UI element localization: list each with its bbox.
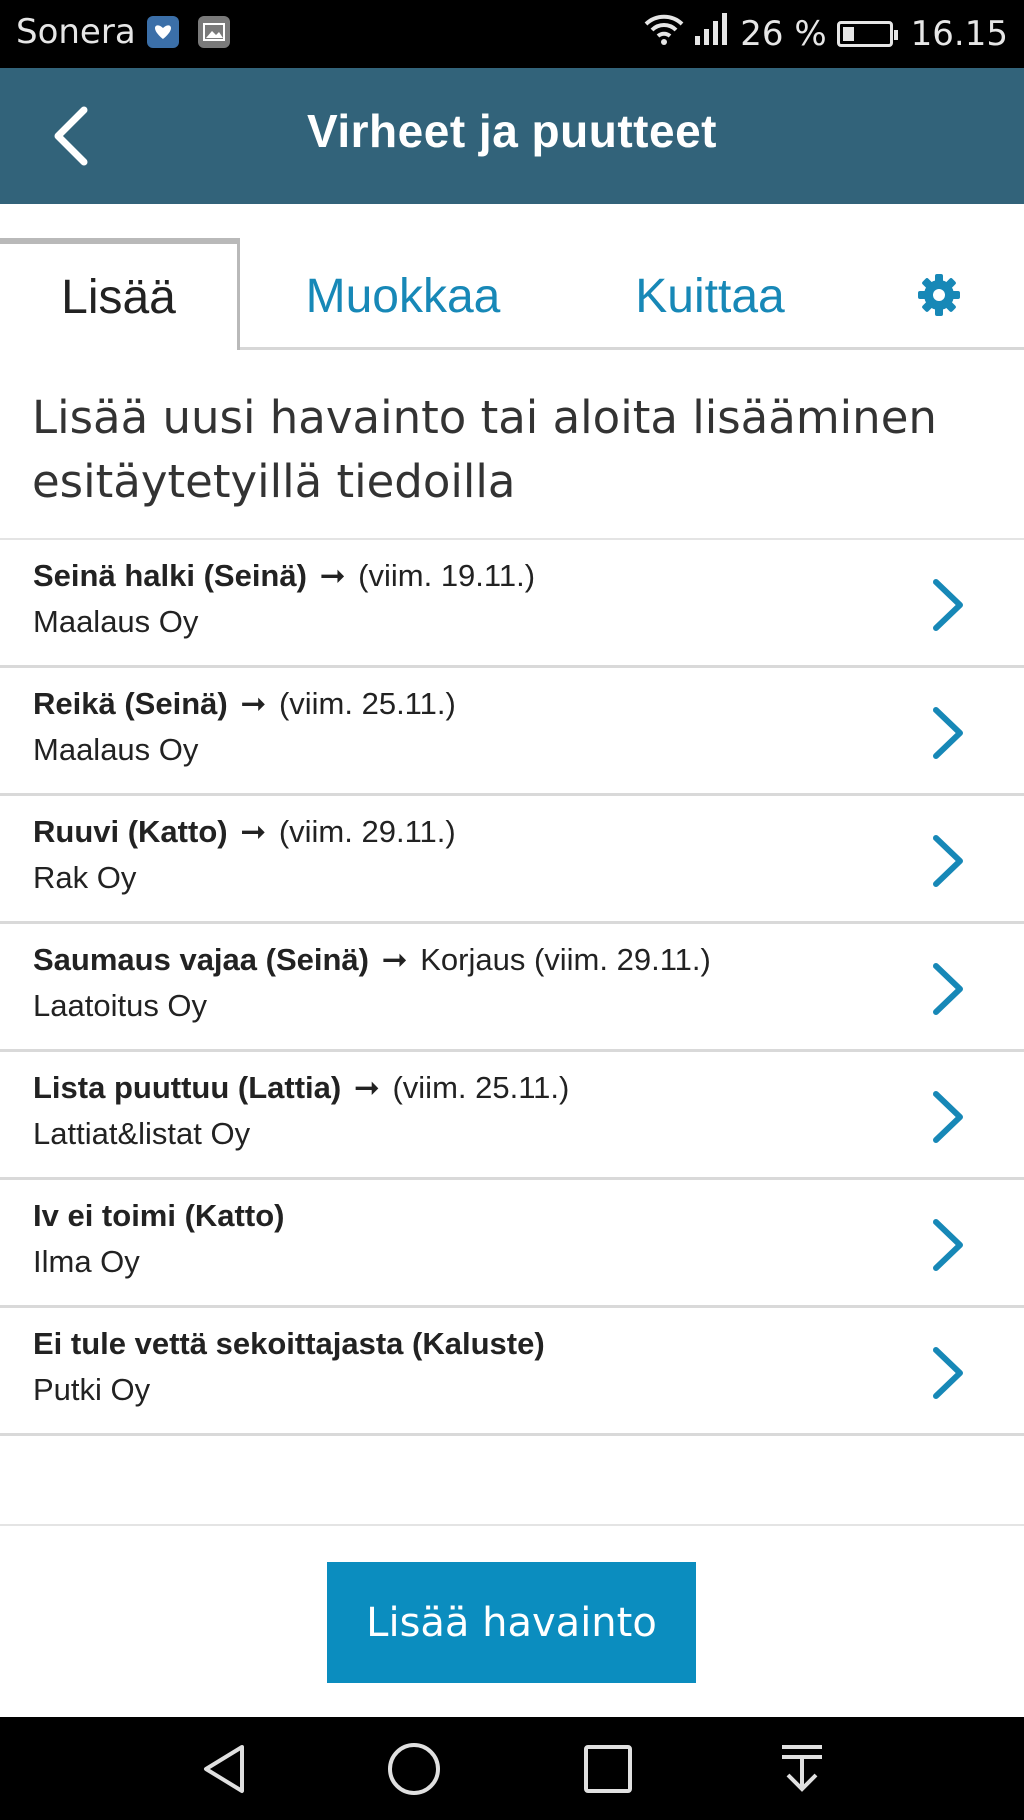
item-title: Ruuvi (Katto): [33, 814, 228, 849]
item-title: Lista puuttuu (Lattia): [33, 1070, 342, 1105]
gear-icon: [918, 274, 960, 317]
item-title-line: Saumaus vajaa (Seinä) ➞ Korjaus (viim. 2…: [33, 942, 711, 978]
status-bar: Sonera 26 % 16.15: [0, 0, 1024, 68]
item-detail: (viim. 25.11.): [278, 686, 456, 721]
tab-muokkaa[interactable]: Muokkaa: [240, 238, 566, 350]
item-title: Seinä halki (Seinä): [33, 558, 307, 593]
item-detail: (viim. 25.11.): [392, 1070, 570, 1105]
divider: [0, 1524, 1024, 1526]
item-detail: (viim. 29.11.): [278, 814, 456, 849]
item-company: Laatoitus Oy: [33, 988, 208, 1023]
item-title: Iv ei toimi (Katto): [33, 1198, 285, 1233]
carrier-name: Sonera: [16, 12, 136, 52]
item-title: Saumaus vajaa (Seinä): [33, 942, 369, 977]
arrow-right-icon: ➞: [240, 814, 267, 849]
chevron-right-icon: [933, 963, 963, 1015]
item-company: Maalaus Oy: [33, 604, 199, 639]
health-app-icon: [147, 16, 179, 48]
wifi-icon: [644, 12, 684, 55]
system-nav-bar: [0, 1717, 1024, 1820]
list-item[interactable]: Reikä (Seinä) ➞ (viim. 25.11.) Maalaus Oy: [0, 668, 1024, 796]
app-header: Virheet ja puutteet: [0, 68, 1024, 204]
page-title: Virheet ja puutteet: [307, 105, 717, 157]
notification-pull-icon[interactable]: [774, 1741, 830, 1797]
tab-settings[interactable]: [854, 238, 1024, 350]
list-item[interactable]: Saumaus vajaa (Seinä) ➞ Korjaus (viim. 2…: [0, 924, 1024, 1052]
tab-lisaa[interactable]: Lisää: [0, 238, 240, 350]
chevron-right-icon: [933, 707, 963, 759]
item-company: Lattiat&listat Oy: [33, 1116, 251, 1151]
signal-icon: [694, 12, 730, 55]
item-title: Ei tule vettä sekoittajasta (Kaluste): [33, 1326, 545, 1361]
intro-text: Lisää uusi havainto tai aloita lisäämine…: [32, 391, 937, 508]
item-title-line: Reikä (Seinä) ➞ (viim. 25.11.): [33, 686, 456, 722]
gallery-icon: [198, 16, 230, 48]
item-title: Reikä (Seinä): [33, 686, 228, 721]
item-detail: (viim. 19.11.): [358, 558, 536, 593]
arrow-right-icon: ➞: [240, 686, 267, 721]
item-detail: Korjaus (viim. 29.11.): [420, 942, 711, 977]
item-title-line: Ruuvi (Katto) ➞ (viim. 29.11.): [33, 814, 456, 850]
home-circle-icon[interactable]: [386, 1741, 442, 1797]
item-company: Ilma Oy: [33, 1244, 140, 1279]
tab-kuittaa[interactable]: Kuittaa: [566, 238, 854, 350]
list-item[interactable]: Ruuvi (Katto) ➞ (viim. 29.11.) Rak Oy: [0, 796, 1024, 924]
chevron-right-icon: [933, 1091, 963, 1143]
item-title-line: Iv ei toimi (Katto): [33, 1198, 284, 1234]
chevron-right-icon: [933, 1347, 963, 1399]
chevron-right-icon: [933, 835, 963, 887]
battery-icon: [836, 20, 898, 47]
arrow-right-icon: ➞: [353, 1070, 380, 1105]
observation-list: Seinä halki (Seinä) ➞ (viim. 19.11.) Maal…: [0, 540, 1024, 1436]
chevron-right-icon: [933, 1219, 963, 1271]
list-item[interactable]: Iv ei toimi (Katto) Ilma Oy: [0, 1180, 1024, 1308]
item-company: Maalaus Oy: [33, 732, 199, 767]
list-item[interactable]: Lista puuttuu (Lattia) ➞ (viim. 25.11.) L…: [0, 1052, 1024, 1180]
tab-bar: Lisää Muokkaa Kuittaa: [0, 238, 1024, 350]
item-company: Rak Oy: [33, 860, 137, 895]
recents-square-icon[interactable]: [580, 1741, 636, 1797]
list-item[interactable]: Seinä halki (Seinä) ➞ (viim. 19.11.) Maal…: [0, 540, 1024, 668]
list-item[interactable]: Ei tule vettä sekoittajasta (Kaluste) Put…: [0, 1308, 1024, 1436]
item-title-line: Seinä halki (Seinä) ➞ (viim. 19.11.): [33, 558, 535, 594]
back-triangle-icon[interactable]: [196, 1741, 252, 1797]
clock: 16.15: [910, 13, 1008, 54]
add-observation-button[interactable]: Lisää havainto: [327, 1562, 696, 1683]
arrow-right-icon: ➞: [319, 558, 346, 593]
item-title-line: Ei tule vettä sekoittajasta (Kaluste): [33, 1326, 545, 1362]
battery-percent: 26 %: [740, 13, 827, 54]
arrow-right-icon: ➞: [381, 942, 408, 977]
chevron-right-icon: [933, 579, 963, 631]
item-title-line: Lista puuttuu (Lattia) ➞ (viim. 25.11.): [33, 1070, 569, 1106]
item-company: Putki Oy: [33, 1372, 151, 1407]
